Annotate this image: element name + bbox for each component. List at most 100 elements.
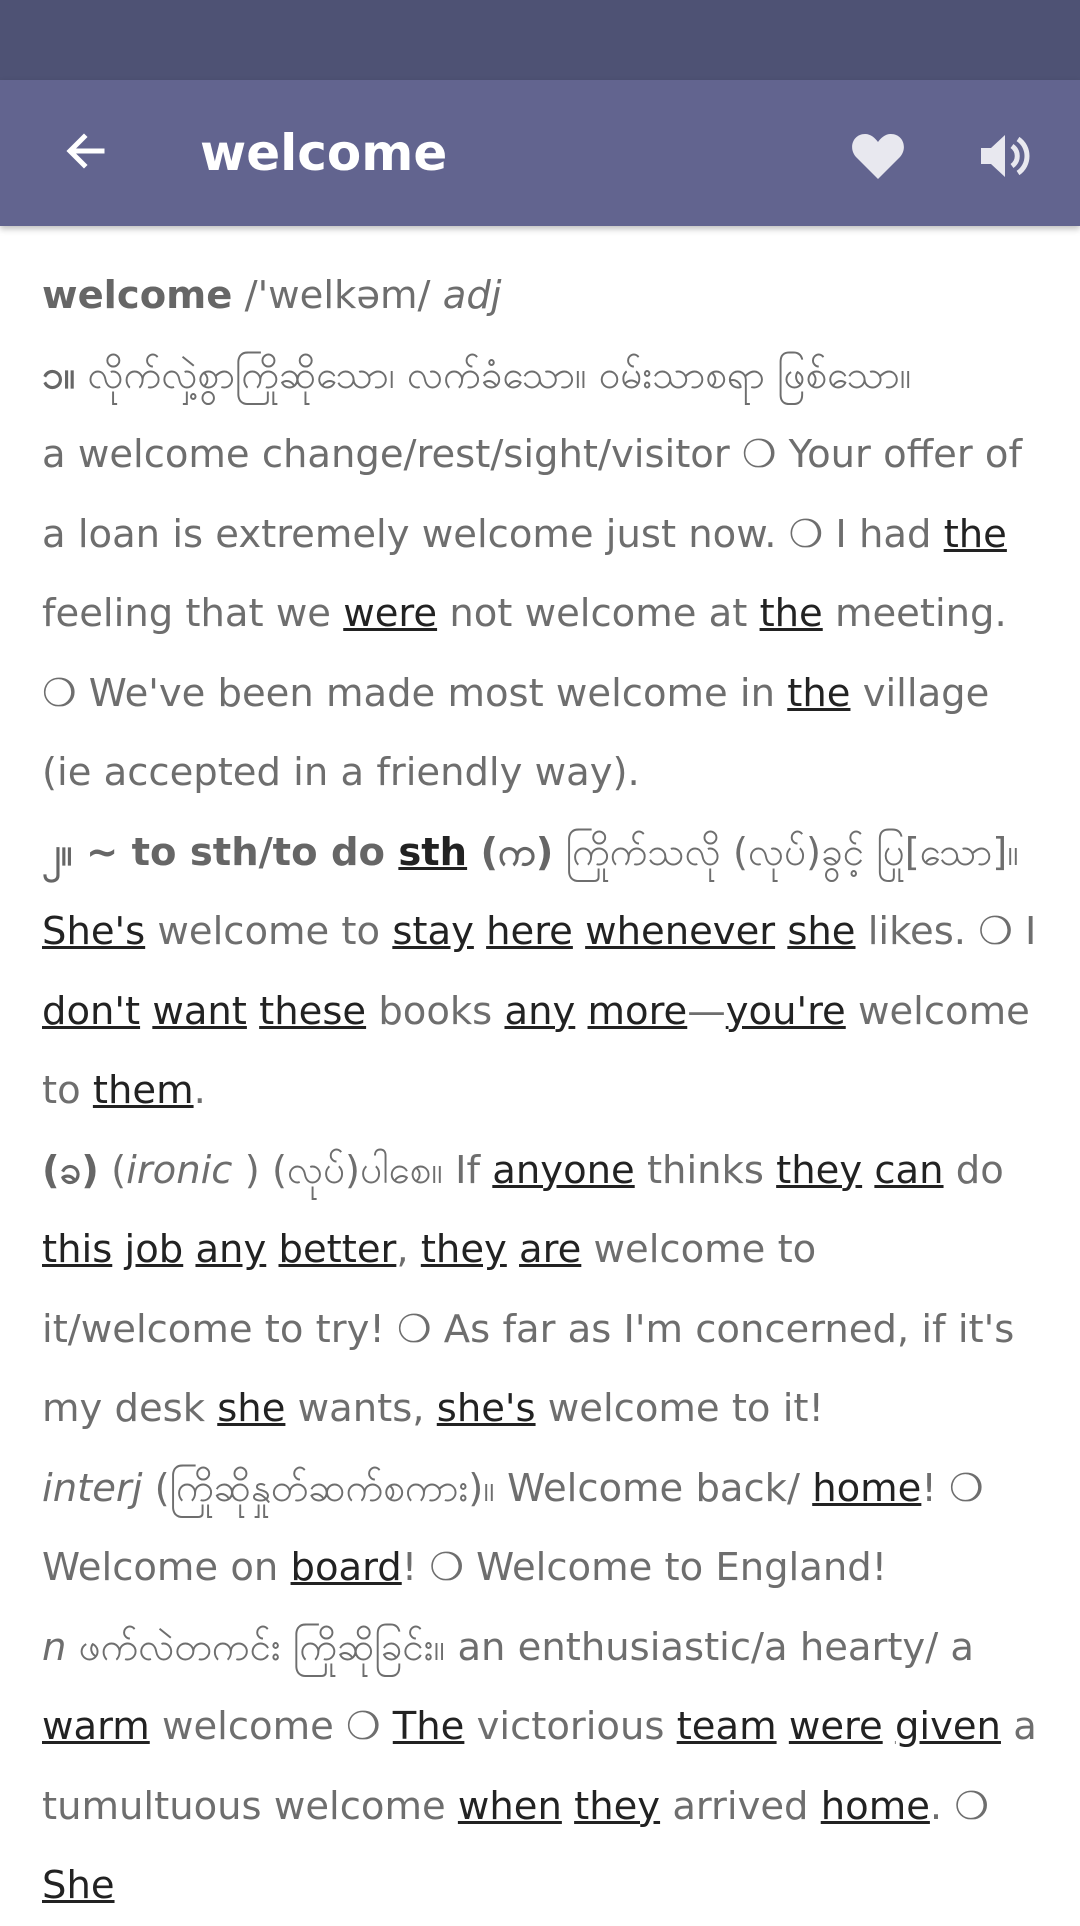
example-text: [474, 909, 486, 954]
example-text: [266, 1227, 278, 1272]
example-text: [183, 1227, 195, 1272]
word-link[interactable]: when: [458, 1784, 562, 1829]
speak-button[interactable]: [976, 128, 1036, 188]
app-bar: welcome: [0, 80, 1080, 226]
example-text: feeling that we: [42, 591, 344, 636]
word-link[interactable]: stay: [392, 909, 474, 954]
example-text: [507, 1227, 519, 1272]
word-link[interactable]: job: [125, 1227, 184, 1272]
word-link[interactable]: the: [760, 591, 823, 636]
register-label: ironic: [126, 1147, 233, 1193]
word-link[interactable]: home: [821, 1784, 930, 1829]
example-text: [575, 989, 587, 1034]
word-link[interactable]: don't: [42, 989, 140, 1034]
sense-2-examples: She's welcome to stay here whenever she …: [42, 909, 1036, 1113]
word-link[interactable]: any: [195, 1227, 266, 1272]
example-text: [862, 1148, 874, 1193]
sense-2: ၂။ ~ to sth/to do sth (က) ကြိုက်သလို (လု…: [42, 813, 1038, 1131]
burmese-definition: ကြိုက်သလို (လုပ်)ခွင့် ပြု[သော]။: [553, 829, 1019, 875]
sense-label: (ခ): [42, 1147, 99, 1193]
word-link[interactable]: they: [421, 1227, 507, 1272]
word-link[interactable]: this: [42, 1227, 112, 1272]
sense-2b: (ခ) (ironic ) (လုပ်)ပါစေ။ If anyone thin…: [42, 1147, 1015, 1432]
example-text: [883, 1704, 895, 1749]
word-link[interactable]: given: [895, 1704, 1001, 1749]
interj-label: interj: [42, 1465, 143, 1511]
word-link[interactable]: board: [291, 1545, 402, 1590]
sense-sub: (က): [467, 829, 554, 875]
word-link[interactable]: she's: [437, 1386, 536, 1431]
sense-1: ၁။ လိုက်လှဲ့စွာကြိုဆိုသော၊ လက်ခံသော။ ဝမ်…: [42, 336, 1038, 416]
word-link[interactable]: them: [93, 1068, 194, 1113]
status-bar: [0, 0, 1080, 80]
burmese-definition: (လုပ်)ပါစေ။ If: [259, 1147, 493, 1193]
example-text: likes. ❍ I: [855, 909, 1037, 954]
example-text: arrived: [660, 1783, 821, 1829]
word-link[interactable]: any: [504, 989, 575, 1034]
word-link[interactable]: the: [787, 671, 850, 716]
heart-icon: [850, 131, 906, 185]
example-text: .: [193, 1068, 206, 1113]
word-link[interactable]: warm: [42, 1704, 150, 1749]
example-text: a welcome change/rest/sight/visitor ❍ Yo…: [42, 432, 1023, 557]
word-link[interactable]: are: [519, 1227, 581, 1272]
word-link[interactable]: these: [259, 989, 366, 1034]
example-text: welcome ❍: [149, 1704, 393, 1749]
example-text: thinks: [634, 1147, 777, 1193]
burmese-definition: လိုက်လှဲ့စွာကြိုဆိုသော၊ လက်ခံသော။ ဝမ်းသာ…: [75, 352, 912, 398]
headword-line: welcome /'welkəm/ adj: [42, 256, 1038, 336]
interj-examples: (ကြိုဆိုနှုတ်ဆက်စကား)။ Welcome back/ hom…: [42, 1466, 984, 1591]
sense-1-examples: a welcome change/rest/sight/visitor ❍ Yo…: [42, 415, 1038, 813]
word-link[interactable]: you're: [726, 989, 846, 1034]
word-link[interactable]: anyone: [492, 1148, 634, 1193]
example-text: not welcome at: [437, 591, 760, 636]
noun-sense: n ဖက်လဲတကင်း ကြိုဆိုခြင်း။ an enthusiast…: [42, 1608, 1038, 1926]
word-link[interactable]: home: [812, 1466, 921, 1511]
example-text: [777, 1704, 789, 1749]
example-text: [573, 909, 585, 954]
example-text: books: [366, 988, 505, 1034]
back-arrow-icon: [62, 127, 110, 179]
word-link[interactable]: were: [343, 591, 437, 636]
example-text: wants,: [285, 1386, 437, 1431]
example-text: welcome to it!: [535, 1386, 824, 1431]
page-title: welcome: [200, 124, 448, 182]
pronunciation: /'welkəm/: [232, 273, 443, 318]
example-text: [775, 909, 787, 954]
word-link[interactable]: She's: [42, 909, 145, 954]
example-text: ဖက်လဲတကင်း ကြိုဆိုခြင်း။ an enthusiastic…: [66, 1624, 975, 1670]
noun-label: n: [42, 1624, 67, 1670]
word-link[interactable]: she: [217, 1386, 285, 1431]
example-text: victorious: [464, 1704, 677, 1749]
word-link[interactable]: can: [874, 1148, 943, 1193]
example-text: ,: [396, 1227, 421, 1272]
word-link[interactable]: she: [787, 909, 855, 954]
example-text: (ကြိုဆိုနှုတ်ဆက်စကား)။ Welcome back/: [142, 1465, 813, 1511]
word-link[interactable]: they: [574, 1784, 660, 1829]
word-link[interactable]: want: [152, 989, 247, 1034]
word-link[interactable]: whenever: [585, 909, 775, 954]
definition-content: welcome /'welkəm/ adj ၁။ လိုက်လှဲ့စွာကြိ…: [0, 226, 1080, 1926]
sense-lead-link[interactable]: sth: [398, 830, 467, 875]
favorite-button[interactable]: [848, 128, 908, 188]
headword: welcome: [42, 273, 233, 318]
sense-number: ၁။: [42, 352, 76, 398]
sense-lead: ၂။ ~ to sth/to do: [42, 829, 399, 875]
word-link[interactable]: The: [393, 1704, 465, 1749]
back-button[interactable]: [56, 123, 116, 183]
noun-examples: ဖက်လဲတကင်း ကြိုဆိုခြင်း။ an enthusiastic…: [42, 1625, 1037, 1909]
example-text: [112, 1227, 124, 1272]
word-link[interactable]: team: [677, 1704, 777, 1749]
word-link[interactable]: more: [588, 989, 688, 1034]
example-text: ! ❍ Welcome to England!: [401, 1545, 888, 1590]
word-link[interactable]: the: [944, 512, 1007, 557]
word-link[interactable]: were: [789, 1704, 883, 1749]
word-link[interactable]: they: [776, 1148, 862, 1193]
word-link[interactable]: She: [42, 1863, 115, 1908]
example-text: —: [687, 988, 726, 1034]
example-text: do: [943, 1147, 1004, 1193]
word-link[interactable]: better: [279, 1227, 397, 1272]
word-link[interactable]: here: [486, 909, 573, 954]
part-of-speech: adj: [442, 273, 502, 318]
interjection-sense: interj (ကြိုဆိုနှုတ်ဆက်စကား)။ Welcome ba…: [42, 1449, 1038, 1608]
